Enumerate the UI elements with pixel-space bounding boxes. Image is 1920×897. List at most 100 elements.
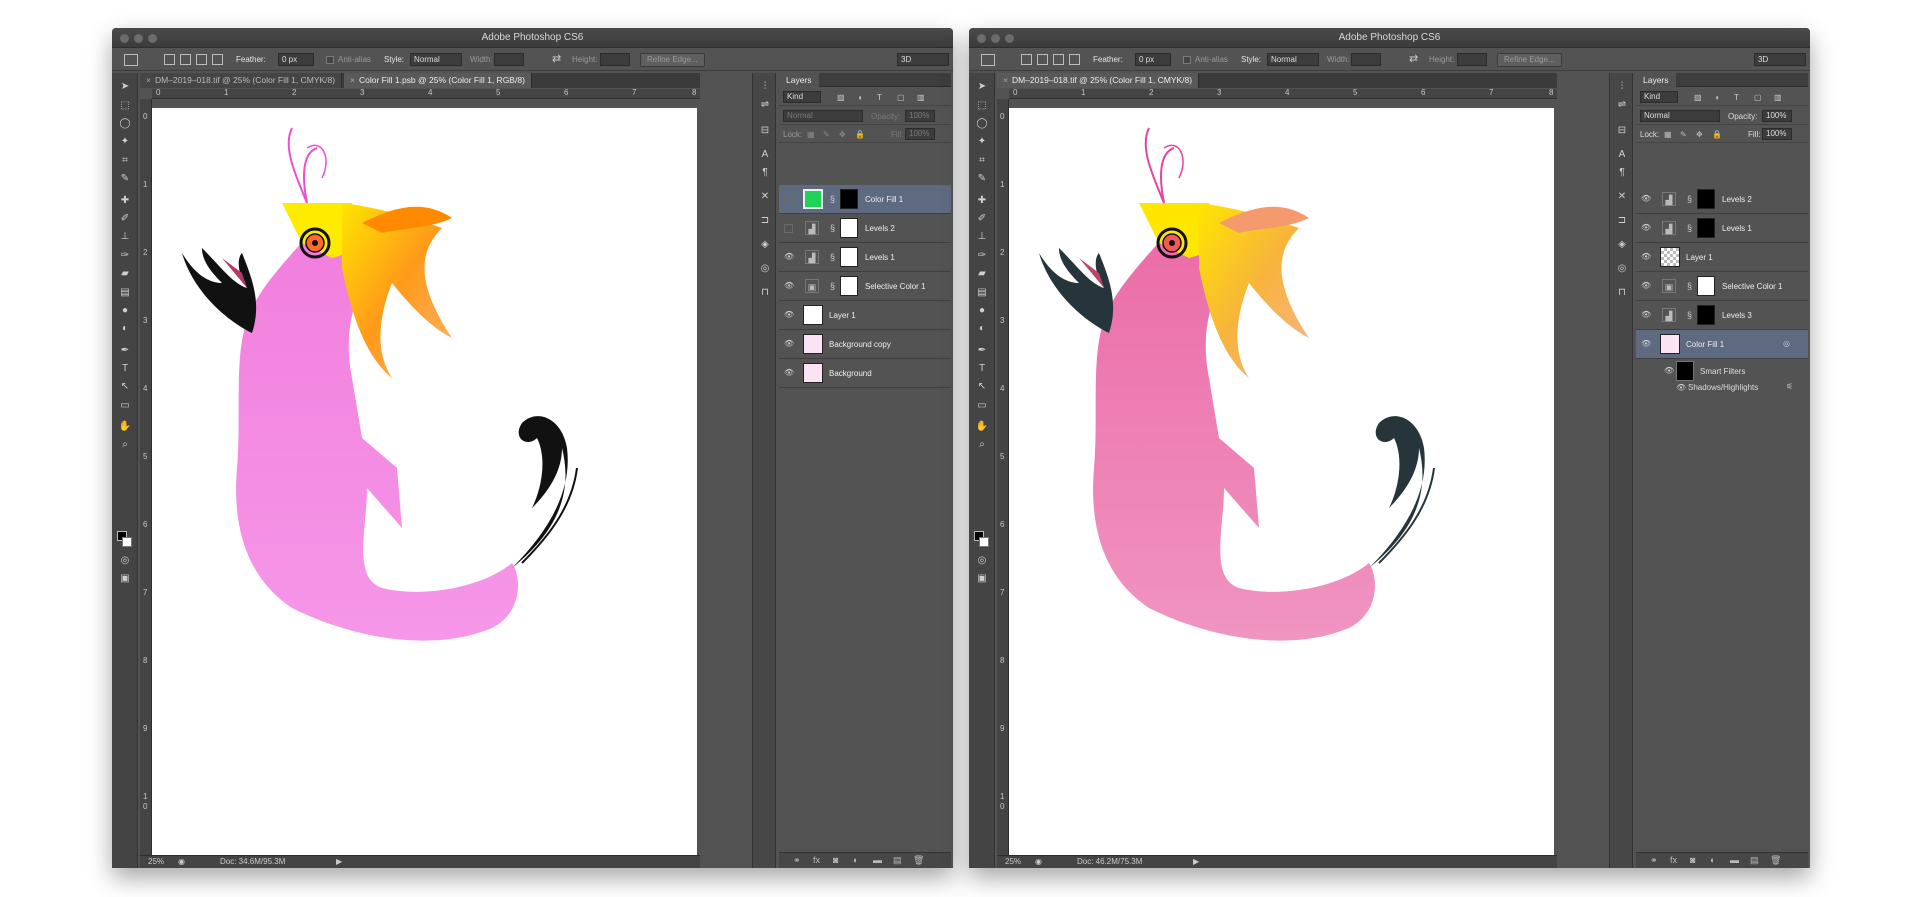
smart-filter-icon[interactable]: ▥	[1774, 93, 1782, 102]
eye-icon[interactable]: 👁	[1664, 366, 1674, 375]
layer-row[interactable]: 👁 Color Fill 1 ◎	[1636, 330, 1808, 359]
status-menu-arrow-icon[interactable]: ▶	[336, 856, 342, 868]
layer-name[interactable]: Layer 1	[1686, 253, 1713, 262]
brush-tool-icon[interactable]: ✐	[974, 211, 990, 226]
eye-icon[interactable]: 👁	[1676, 383, 1686, 392]
document-artwork[interactable]	[152, 108, 697, 857]
close-tab-icon[interactable]: ×	[146, 75, 151, 85]
shape-tool-icon[interactable]: ▭	[974, 398, 990, 413]
layer-thumbnail[interactable]	[1660, 247, 1680, 267]
new-layer-icon[interactable]: ▤	[893, 855, 902, 866]
layer-thumbnail[interactable]	[803, 334, 823, 354]
swap-icon[interactable]: ⇄	[1409, 52, 1418, 65]
smart-filter-icon[interactable]: ▥	[917, 93, 925, 102]
adjustments-icon[interactable]: ⇌	[758, 99, 772, 111]
layer-name[interactable]: Selective Color 1	[865, 282, 925, 291]
navigator-icon[interactable]: ⊟	[1615, 125, 1629, 137]
clone-stamp-icon[interactable]: ⊥	[974, 229, 990, 244]
eye-icon[interactable]: 👁	[1641, 224, 1651, 232]
lock-transparent-icon[interactable]: ▦	[1664, 130, 1672, 139]
kind-select[interactable]: Kind	[1640, 91, 1678, 103]
type-tool-icon[interactable]: T	[974, 361, 990, 376]
swap-icon[interactable]: ⇄	[552, 52, 561, 65]
adjust-filter-icon[interactable]: ◑	[857, 93, 862, 102]
canvas-area[interactable]	[1009, 99, 1557, 868]
status-icon[interactable]: ◉	[1035, 856, 1042, 868]
eye-icon[interactable]: 👁	[784, 282, 794, 290]
zoom-level[interactable]: 25%	[148, 856, 164, 868]
smart-filter-badge-icon[interactable]: ◎	[1783, 339, 1790, 348]
smart-filters-row[interactable]: 👁 Smart Filters	[1636, 360, 1808, 382]
navigator-icon[interactable]: ⊟	[758, 125, 772, 137]
lock-image-icon[interactable]: ✎	[1680, 130, 1687, 139]
intersect-selection-icon[interactable]	[1069, 54, 1080, 65]
paragraph-icon[interactable]: ¶	[758, 167, 772, 179]
eyedropper-icon[interactable]: ✎	[974, 171, 990, 186]
intersect-selection-icon[interactable]	[212, 54, 223, 65]
path-selection-icon[interactable]: ↖	[974, 379, 990, 394]
layer-name[interactable]: Background	[829, 369, 872, 378]
path-selection-icon[interactable]: ↖	[117, 379, 133, 394]
filter-mask-thumbnail[interactable]	[1676, 361, 1694, 381]
magic-wand-icon[interactable]: ✦	[974, 134, 990, 149]
canvas-area[interactable]	[152, 99, 700, 868]
close-tab-icon[interactable]: ×	[1003, 75, 1008, 85]
lock-position-icon[interactable]: ✥	[839, 130, 846, 139]
refine-edge-button[interactable]: Refine Edge...	[640, 53, 705, 67]
character-icon[interactable]: A	[758, 149, 772, 161]
pen-tool-icon[interactable]: ✒	[117, 343, 133, 358]
visibility-toggle[interactable]	[784, 195, 793, 204]
shadows-highlights-row[interactable]: 👁 Shadows/Highlights ⚟	[1636, 381, 1808, 395]
measure-icon[interactable]: ⊓	[1615, 287, 1629, 299]
hand-tool-icon[interactable]: ✋	[117, 419, 133, 434]
layer-name[interactable]: Levels 2	[865, 224, 895, 233]
history-brush-icon[interactable]: ✑	[974, 248, 990, 263]
layer-name[interactable]: Color Fill 1	[1686, 340, 1724, 349]
layer-name[interactable]: Levels 3	[1722, 311, 1752, 320]
layer-row[interactable]: 👁 ▟ § Levels 1	[1636, 214, 1808, 243]
quick-mask-icon[interactable]: ◎	[974, 553, 990, 568]
add-mask-icon[interactable]: ◙	[1690, 855, 1695, 865]
status-menu-arrow-icon[interactable]: ▶	[1193, 856, 1199, 868]
blur-tool-icon[interactable]: ●	[974, 303, 990, 318]
layer-name[interactable]: Background copy	[829, 340, 891, 349]
layer-row[interactable]: § Color Fill 1	[779, 185, 951, 214]
new-selection-icon[interactable]	[164, 54, 175, 65]
opacity-input[interactable]: 100%	[1762, 110, 1792, 122]
layer-row[interactable]: 👁 ▣ § Selective Color 1	[1636, 272, 1808, 301]
status-icon[interactable]: ◉	[178, 856, 185, 868]
gradient-tool-icon[interactable]: ▤	[974, 285, 990, 300]
lasso-tool-icon[interactable]: ◯	[974, 116, 990, 131]
layers-tab[interactable]: Layers	[1636, 73, 1676, 87]
tab-dm-2019-018[interactable]: × DM–2019–018.tif @ 25% (Color Fill 1, CM…	[997, 73, 1200, 88]
filter-options-icon[interactable]: ⚟	[1786, 382, 1793, 391]
layer-row[interactable]: 👁 ▣ § Selective Color 1	[779, 272, 951, 301]
pixel-filter-icon[interactable]: ▨	[1694, 93, 1702, 102]
tab-color-fill-psb[interactable]: × Color Fill 1.psb @ 25% (Color Fill 1, R…	[344, 73, 532, 88]
crop-tool-icon[interactable]: ⌗	[974, 153, 990, 168]
brush-tool-icon[interactable]: ✐	[117, 211, 133, 226]
type-filter-icon[interactable]: T	[877, 93, 882, 102]
visibility-toggle[interactable]	[784, 224, 793, 233]
workspace-select[interactable]: 3D	[1754, 53, 1806, 66]
lock-image-icon[interactable]: ✎	[823, 130, 830, 139]
link-layers-icon[interactable]: ⚭	[793, 855, 801, 866]
layer-row[interactable]: 👁 ▟ § Levels 3	[1636, 301, 1808, 330]
paragraph-icon[interactable]: ¶	[1615, 167, 1629, 179]
marquee-tool-icon[interactable]: ⬚	[974, 98, 990, 113]
eyedropper-icon[interactable]: ✎	[117, 171, 133, 186]
fill-color-thumbnail[interactable]	[803, 189, 823, 209]
feather-input[interactable]: 0 px	[278, 53, 314, 66]
quick-mask-icon[interactable]: ◎	[117, 553, 133, 568]
trash-icon[interactable]: 🗑	[1770, 855, 1781, 866]
layer-mask-thumbnail[interactable]	[840, 276, 858, 296]
close-tab-icon[interactable]: ×	[350, 75, 355, 85]
new-group-icon[interactable]: ▬	[873, 855, 882, 865]
shape-filter-icon[interactable]: ▢	[897, 93, 905, 102]
feather-input[interactable]: 0 px	[1135, 53, 1171, 66]
blur-tool-icon[interactable]: ●	[117, 303, 133, 318]
eye-icon[interactable]: 👁	[1641, 195, 1651, 203]
layer-name[interactable]: Layer 1	[829, 311, 856, 320]
3d-icon[interactable]: ◈	[758, 239, 772, 251]
layer-row[interactable]: 👁 ▟ § Levels 2	[1636, 185, 1808, 214]
